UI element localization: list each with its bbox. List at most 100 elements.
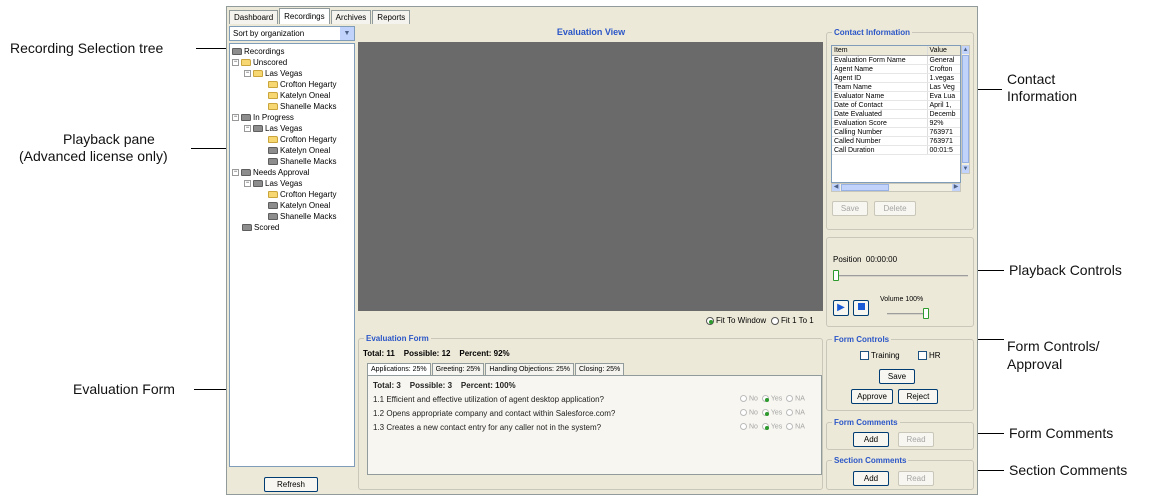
tab-closing[interactable]: Closing: 25% [574, 363, 625, 375]
radio-selected-icon[interactable] [761, 409, 769, 416]
form-controls-group: Form Controls Training HR Save Approve R… [826, 335, 974, 411]
tab-greeting[interactable]: Greeting: 25% [431, 363, 485, 375]
column-header-item[interactable]: Item [832, 46, 928, 55]
tree-node-needs-approval[interactable]: − Needs Approval [232, 168, 309, 179]
folder-icon [268, 81, 278, 89]
radio-selected-icon[interactable] [761, 423, 769, 430]
tree-node-in-progress-site[interactable]: − Las Vegas [244, 124, 302, 135]
tree-node-unscored-site[interactable]: − Las Vegas [244, 69, 302, 80]
chevron-down-icon[interactable]: ▼ [340, 27, 354, 40]
collapse-icon[interactable]: − [232, 114, 239, 122]
form-save-button[interactable]: Save [879, 369, 915, 384]
play-button[interactable]: ▶ [833, 300, 849, 316]
table-cell-value: 00:01:5 [929, 147, 953, 154]
horizontal-scrollbar[interactable]: ◀ ▶ [831, 183, 961, 192]
scroll-down-icon[interactable]: ▼ [962, 165, 969, 173]
tree-node-recordings[interactable]: Recordings [232, 47, 284, 58]
position-slider-track[interactable] [833, 275, 968, 277]
vertical-scrollbar[interactable]: ▲ ▼ [961, 45, 970, 174]
radio-icon[interactable] [786, 395, 794, 402]
tree-node-agent[interactable]: Crofton Hegarty [268, 135, 336, 146]
radio-icon[interactable] [740, 409, 747, 416]
scroll-up-icon[interactable]: ▲ [962, 46, 969, 54]
collapse-icon[interactable]: − [232, 169, 239, 177]
callout-form-controls-1: Form Controls/ [1007, 338, 1100, 354]
contact-save-button[interactable]: Save [832, 201, 868, 216]
fit-1-to-1-option[interactable]: Fit 1 To 1 [771, 316, 814, 325]
section-comments-add-button[interactable]: Add [853, 471, 889, 486]
collapse-icon[interactable]: − [244, 70, 251, 78]
table-row[interactable]: Date of Contact April 1, [832, 101, 960, 110]
tree-node-agent[interactable]: Katelyn Oneal [268, 201, 330, 212]
tab-dashboard[interactable]: Dashboard [229, 10, 279, 24]
form-comments-add-button[interactable]: Add [853, 432, 889, 447]
contact-information-title: Contact Information [832, 28, 912, 37]
stop-button[interactable] [853, 300, 869, 316]
tree-node-needs-approval-site[interactable]: − Las Vegas [244, 179, 302, 190]
column-header-value[interactable]: Value [928, 46, 961, 55]
scroll-thumb[interactable] [962, 55, 969, 163]
tab-handling-objections[interactable]: Handling Objections: 25% [485, 363, 574, 375]
scroll-right-icon[interactable]: ▶ [952, 184, 960, 191]
table-cell-item: Date of Contact [832, 101, 928, 109]
approve-button[interactable]: Approve [851, 389, 893, 404]
table-cell-value: Crofton [929, 66, 953, 73]
tab-recordings[interactable]: Recordings [279, 8, 330, 24]
tree-node-agent[interactable]: Crofton Hegarty [268, 80, 336, 91]
tree-node-agent[interactable]: Katelyn Oneal [268, 146, 330, 157]
tab-applications[interactable]: Applications: 25% [367, 363, 431, 375]
collapse-icon[interactable]: − [244, 125, 251, 133]
hr-checkbox[interactable]: HR [918, 351, 941, 361]
tree-node-agent[interactable]: Shanelle Macks [268, 212, 336, 223]
playback-pane[interactable] [358, 42, 823, 311]
table-row[interactable]: Agent ID 1.vegas [832, 74, 960, 83]
sort-dropdown[interactable]: Sort by organization ▼ [229, 26, 355, 41]
table-row[interactable]: Evaluator Name Eva Lua [832, 92, 960, 101]
tree-node-agent[interactable]: Shanelle Macks [268, 102, 336, 113]
table-cell-value: 763971 [929, 129, 953, 136]
checkbox-icon[interactable] [860, 351, 869, 361]
collapse-icon[interactable]: − [232, 59, 239, 67]
fit-to-window-option[interactable]: Fit To Window [706, 316, 766, 325]
tab-archives[interactable]: Archives [330, 10, 372, 24]
scroll-thumb[interactable] [841, 184, 889, 191]
table-row[interactable]: Date Evaluated Decemb [832, 110, 960, 119]
checkbox-icon[interactable] [918, 351, 927, 361]
tab-reports[interactable]: Reports [372, 10, 411, 24]
table-row[interactable]: Calling Number 763971 [832, 128, 960, 137]
radio-icon[interactable] [771, 316, 779, 325]
radio-icon[interactable] [740, 423, 747, 430]
form-comments-read-button[interactable]: Read [898, 432, 934, 447]
table-row[interactable]: Team Name Las Veg [832, 83, 960, 92]
callout-line-recording-tree [196, 48, 229, 49]
folder-icon [268, 213, 278, 221]
tree-node-scored[interactable]: Scored [242, 223, 279, 234]
radio-selected-icon[interactable] [706, 316, 714, 325]
section-comments-read-button[interactable]: Read [898, 471, 934, 486]
volume-slider-thumb[interactable] [923, 308, 929, 319]
tree-node-agent[interactable]: Katelyn Oneal [268, 91, 330, 102]
radio-icon[interactable] [740, 395, 747, 402]
scroll-left-icon[interactable]: ◀ [832, 184, 840, 191]
refresh-button[interactable]: Refresh [264, 477, 318, 492]
tree-node-agent[interactable]: Shanelle Macks [268, 157, 336, 168]
reject-button[interactable]: Reject [898, 389, 938, 404]
table-row[interactable]: Agent Name Crofton [832, 65, 960, 74]
radio-selected-icon[interactable] [761, 395, 769, 402]
tree-node-unscored[interactable]: − Unscored [232, 58, 287, 69]
table-cell-item: Evaluation Form Name [832, 56, 928, 64]
table-row[interactable]: Call Duration 00:01:5 [832, 146, 960, 155]
radio-icon[interactable] [786, 409, 794, 416]
table-row[interactable]: Evaluation Form Name General [832, 56, 960, 65]
table-cell-item: Called Number [832, 137, 928, 145]
tree-node-in-progress[interactable]: − In Progress [232, 113, 294, 124]
tree-node-agent[interactable]: Crofton Hegarty [268, 190, 336, 201]
collapse-icon[interactable]: − [244, 180, 251, 188]
radio-icon[interactable] [786, 423, 794, 430]
training-checkbox[interactable]: Training [860, 351, 900, 361]
table-row[interactable]: Evaluation Score 92% [832, 119, 960, 128]
table-row[interactable]: Called Number 763971 [832, 137, 960, 146]
folder-icon [253, 70, 263, 78]
position-slider-thumb[interactable] [833, 270, 839, 281]
contact-delete-button[interactable]: Delete [874, 201, 916, 216]
